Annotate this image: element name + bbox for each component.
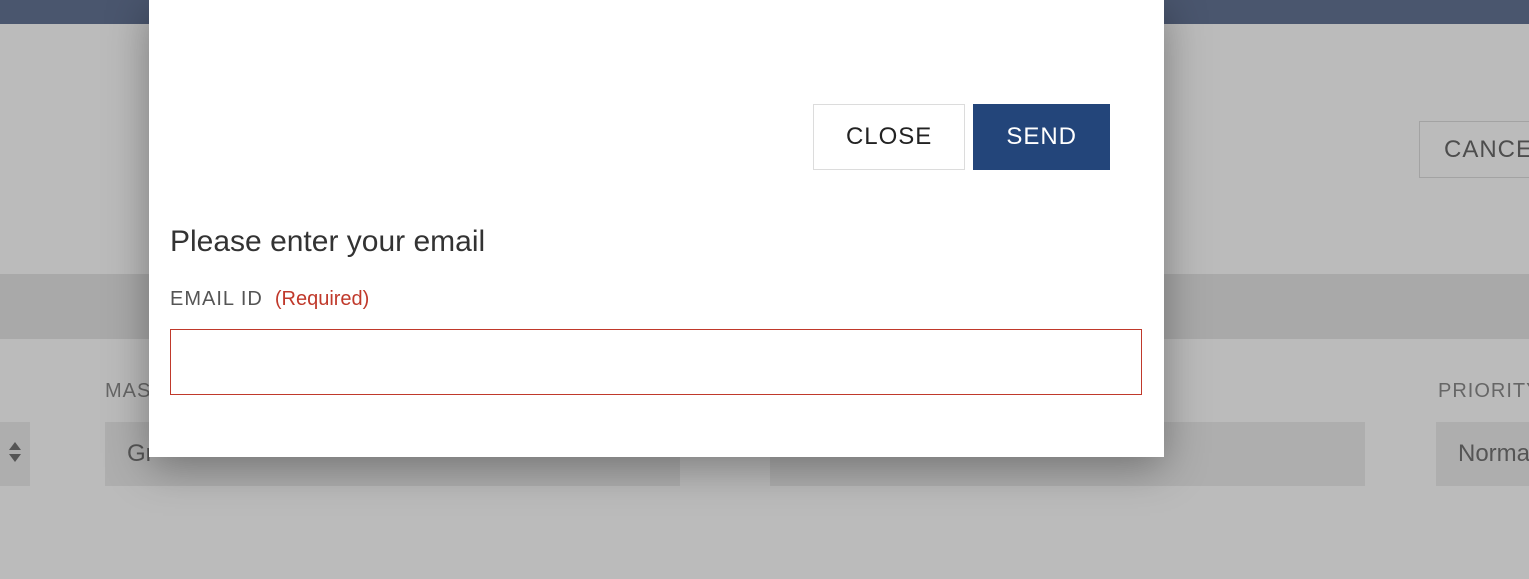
- modal-button-row: CLOSE SEND: [813, 104, 1110, 170]
- email-field-required: (Required): [275, 288, 369, 311]
- email-field-label: EMAIL ID: [170, 288, 263, 311]
- send-button[interactable]: SEND: [973, 104, 1110, 170]
- email-field-label-row: EMAIL ID (Required): [170, 288, 369, 311]
- modal-title: Please enter your email: [170, 225, 485, 259]
- close-button-label: CLOSE: [846, 123, 932, 151]
- close-button[interactable]: CLOSE: [813, 104, 965, 170]
- email-modal: CLOSE SEND Please enter your email EMAIL…: [149, 0, 1164, 457]
- send-button-label: SEND: [1006, 123, 1077, 151]
- email-input[interactable]: [170, 329, 1142, 395]
